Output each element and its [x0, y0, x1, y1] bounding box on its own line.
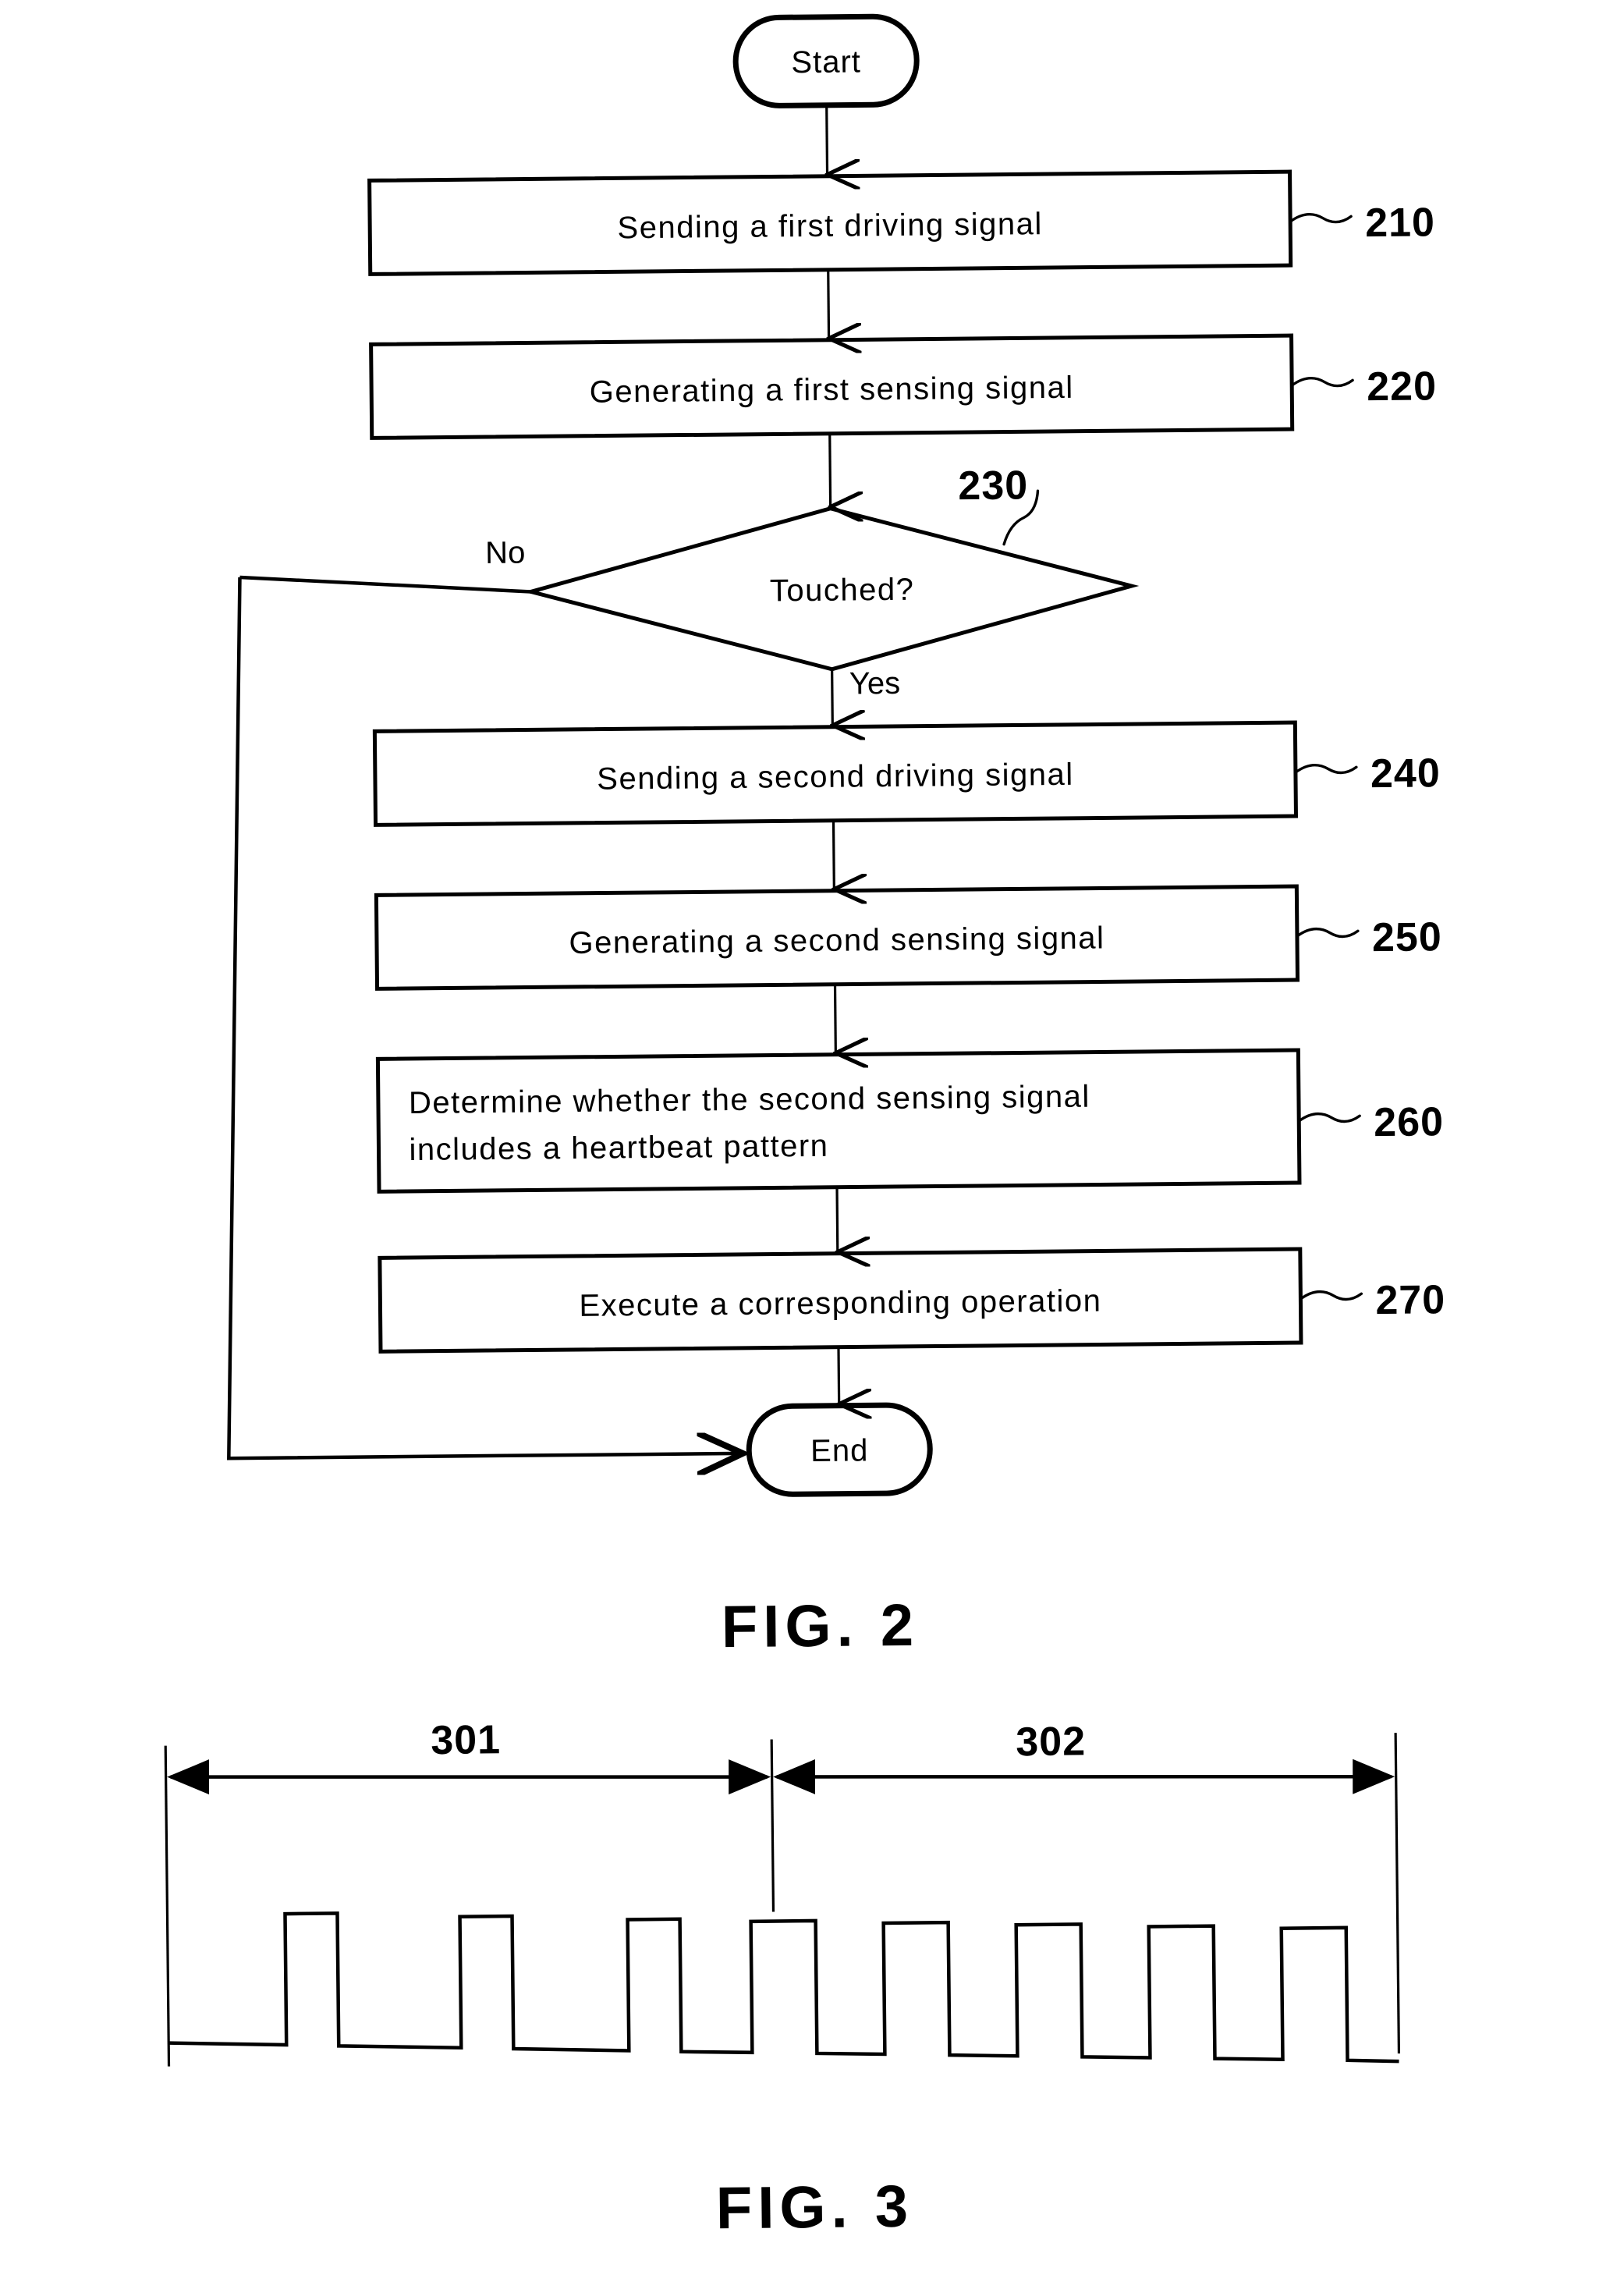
flow-node-270[interactable]: Execute a corresponding operation [378, 1247, 1303, 1354]
end-node-label: End [810, 1433, 869, 1468]
leader-250 [1296, 928, 1360, 939]
connector-230-to-240 [832, 669, 833, 726]
ref-number-230: 230 [958, 463, 1028, 509]
patent-figure-sheet: Start Sending a first driving signal 210… [0, 0, 1624, 2282]
connector-260-to-270 [837, 1187, 838, 1252]
figure-3-caption: FIG. 3 [715, 2174, 913, 2242]
step-210-label: Sending a first driving signal [617, 207, 1043, 245]
step-220-label: Generating a first sensing signal [590, 371, 1074, 410]
step-270-label: Execute a corresponding operation [579, 1283, 1101, 1322]
step-250-label: Generating a second sensing signal [569, 921, 1105, 960]
segment-ref-302: 302 [1016, 1719, 1086, 1765]
flow-node-260[interactable]: Determine whether the second sensing sig… [375, 1048, 1302, 1194]
figure-2-group: Start Sending a first driving signal 210… [227, 13, 1445, 1660]
step-260-box [375, 1048, 1302, 1194]
figure-canvas: Start Sending a first driving signal 210… [164, 13, 1445, 2242]
decision-230-label: Touched? [770, 573, 915, 609]
flow-node-210[interactable]: Sending a first driving signal [367, 169, 1293, 276]
step-260-label-line2: includes a heartbeat pattern [409, 1129, 828, 1167]
connector-250-to-260 [835, 984, 836, 1053]
step-260-label-line1: Determine whether the second sensing sig… [409, 1080, 1090, 1120]
ref-number-250: 250 [1372, 914, 1442, 960]
connector-no-branch [239, 575, 531, 594]
connector-210-to-220 [828, 269, 829, 339]
dimension-arrow-302 [773, 1759, 1395, 1794]
leader-210 [1289, 213, 1353, 224]
waveform-pulse-train [168, 1911, 1399, 2064]
connector-no-return-to-end [227, 577, 743, 1458]
flow-node-220[interactable]: Generating a first sensing signal [369, 333, 1295, 440]
ref-number-220: 220 [1367, 364, 1437, 410]
witness-line-left [164, 1745, 171, 2067]
connector-start-to-210 [827, 105, 828, 175]
flow-node-230-decision[interactable]: Touched? [523, 506, 1140, 672]
step-240-label: Sending a second driving signal [597, 758, 1074, 797]
ref-number-260: 260 [1374, 1099, 1444, 1145]
dimension-arrow-301 [167, 1759, 771, 1795]
decision-no-label: No [485, 536, 526, 570]
flow-node-250[interactable]: Generating a second sensing signal [374, 884, 1300, 991]
connector-220-to-230 [830, 433, 831, 507]
leader-260 [1297, 1113, 1361, 1123]
flow-node-240[interactable]: Sending a second driving signal [372, 720, 1298, 827]
start-node-label: Start [791, 44, 861, 80]
segment-ref-301: 301 [431, 1717, 501, 1763]
figure-3-group: 301 302 FIG. 3 [164, 1717, 1401, 2242]
flow-node-end[interactable]: End [746, 1402, 933, 1497]
leader-270 [1299, 1290, 1363, 1301]
figure-2-caption: FIG. 2 [721, 1592, 919, 1660]
flow-node-start[interactable]: Start [732, 13, 920, 108]
ref-number-240: 240 [1370, 751, 1441, 797]
connector-240-to-250 [833, 820, 834, 889]
leader-220 [1290, 377, 1354, 388]
leader-240 [1294, 764, 1358, 775]
ref-number-270: 270 [1375, 1277, 1445, 1323]
witness-line-right [1394, 1733, 1401, 2054]
decision-yes-label: Yes [849, 666, 901, 701]
ref-number-210: 210 [1365, 200, 1435, 246]
witness-line-mid [770, 1739, 775, 1912]
